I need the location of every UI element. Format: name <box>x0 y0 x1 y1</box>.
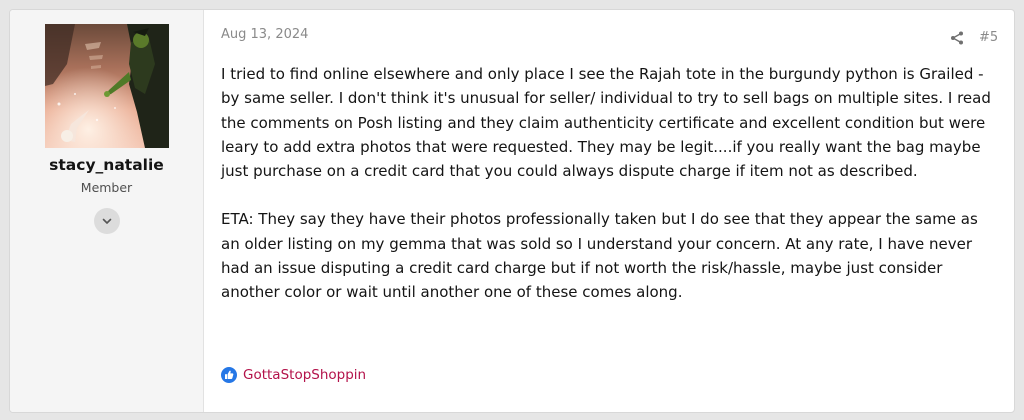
username[interactable]: stacy_natalie <box>10 156 203 174</box>
post-date[interactable]: Aug 13, 2024 <box>221 27 308 42</box>
share-icon[interactable] <box>949 30 965 46</box>
message-paragraph: ETA: They say they have their photos pro… <box>221 210 978 302</box>
avatar[interactable] <box>45 24 169 148</box>
post-main: Aug 13, 2024 #5 I tried to find online e… <box>204 10 1014 412</box>
user-title: Member <box>80 180 133 195</box>
post-number-link[interactable]: #5 <box>979 30 998 45</box>
reaction-user-link[interactable]: GottaStopShoppin <box>243 367 366 383</box>
expand-user-info-button[interactable] <box>94 208 120 234</box>
chevron-down-icon <box>102 218 112 224</box>
message-body: I tried to find online elsewhere and onl… <box>221 62 1001 305</box>
message-post: stacy_natalie Member Aug 13, 2024 #5 I t… <box>9 9 1015 413</box>
reactions-bar: GottaStopShoppin <box>221 367 366 383</box>
message-paragraph: I tried to find online elsewhere and onl… <box>221 65 991 181</box>
user-panel: stacy_natalie Member <box>10 10 204 412</box>
like-icon <box>221 367 237 383</box>
